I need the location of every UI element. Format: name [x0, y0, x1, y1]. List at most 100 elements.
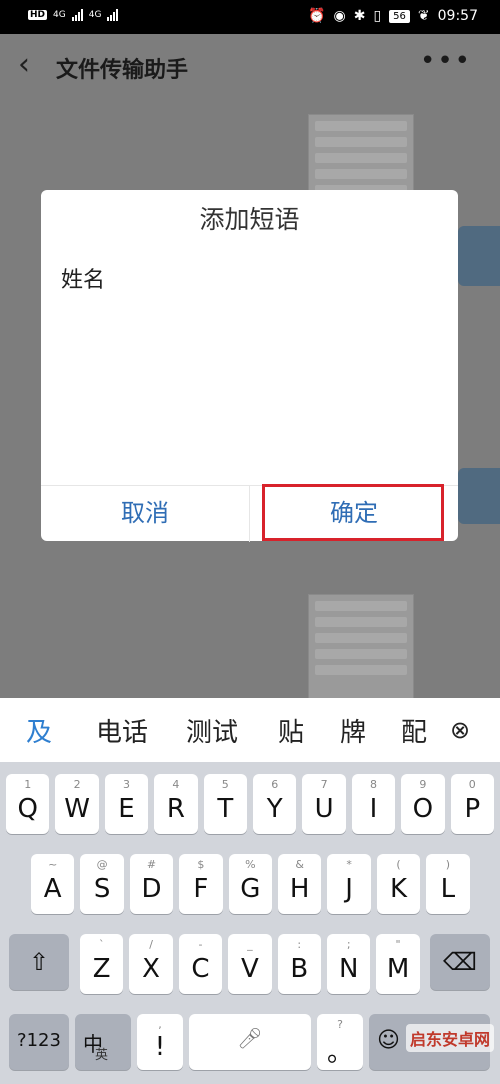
- key-label: S: [93, 874, 111, 904]
- keyboard: 1 Q 2 W 3 E 4 R 5 T 6 Y 7 U 8 I 9 O 0 P ~ A @ S # D $ F% G & H * J(K) L ` Z…: [0, 762, 500, 1084]
- key-c[interactable]: -C: [178, 934, 223, 994]
- close-candidates-icon[interactable]: ⊗: [450, 716, 470, 744]
- alarm-icon: ⏰: [308, 8, 326, 24]
- candidate-0[interactable]: 及: [26, 712, 52, 749]
- key-r[interactable]: 4R: [154, 774, 198, 834]
- eye-icon: ◉: [333, 8, 346, 24]
- shift-icon: ⇧: [28, 948, 50, 976]
- bluetooth-icon: ✱: [353, 8, 366, 24]
- image-thumbnail-2[interactable]: [308, 594, 414, 700]
- shift-key[interactable]: ⇧: [9, 934, 69, 990]
- key-w[interactable]: 2W: [55, 774, 99, 834]
- key-label: H: [289, 874, 310, 904]
- back-icon[interactable]: ‹: [18, 50, 30, 80]
- key-a[interactable]: ~ A: [31, 854, 75, 914]
- leaf-icon: ❦: [417, 8, 430, 24]
- key-sub-label: 0: [468, 778, 476, 791]
- key-j[interactable]: * J: [327, 854, 371, 914]
- signal-2-icon: [107, 9, 119, 21]
- chat-title: 文件传输助手: [56, 58, 189, 83]
- key-f[interactable]: $ F: [179, 854, 223, 914]
- key-label: O: [412, 794, 434, 824]
- key-label: E: [118, 794, 135, 824]
- vibrate-icon: ▯: [373, 8, 382, 24]
- key-label: V: [240, 954, 259, 984]
- space-key[interactable]: 🎤︎: [189, 1014, 311, 1070]
- key-label: Y: [266, 794, 283, 824]
- chat-bubble-2[interactable]: [458, 468, 500, 524]
- backspace-key[interactable]: ⌫: [430, 934, 490, 990]
- key-u[interactable]: 7U: [302, 774, 346, 834]
- key-g[interactable]: % G: [228, 854, 272, 914]
- key-sub-label: #: [146, 858, 157, 871]
- key-x[interactable]: / X: [129, 934, 173, 994]
- candidate-3[interactable]: 贴: [278, 712, 304, 749]
- chat-bubble-1[interactable]: [458, 226, 500, 286]
- key-m[interactable]: " M: [376, 934, 420, 994]
- phrase-input[interactable]: 姓名: [61, 262, 105, 294]
- key-b[interactable]: :B: [277, 934, 321, 994]
- key-label: Z: [92, 954, 111, 984]
- key-z[interactable]: ` Z: [80, 934, 124, 994]
- key-k[interactable]: (K: [376, 854, 421, 914]
- backspace-icon: ⌫: [443, 948, 477, 976]
- key-label: M: [386, 954, 410, 984]
- cancel-button[interactable]: 取消: [41, 486, 250, 542]
- title-bar: ‹ 文件传输助手 •••: [0, 34, 500, 100]
- key-v[interactable]: _ V: [228, 934, 272, 994]
- key-label: P: [464, 794, 481, 824]
- candidate-2[interactable]: 测试: [186, 712, 238, 749]
- key-sub-label: 3: [122, 778, 130, 791]
- key-label: X: [142, 954, 160, 984]
- battery-icon: 56: [389, 9, 410, 23]
- key-t[interactable]: 5T: [203, 774, 247, 834]
- key-y[interactable]: 6Y: [253, 774, 297, 834]
- key-sub-label: ": [395, 938, 401, 951]
- key-s[interactable]: @ S: [80, 854, 124, 914]
- key-o[interactable]: 9O: [401, 774, 445, 834]
- key-sub-label: (: [396, 858, 401, 871]
- key-label: U: [314, 794, 334, 824]
- hd-badge: HD: [28, 10, 48, 20]
- key-l[interactable]: ) L: [426, 854, 470, 914]
- key-d[interactable]: # D: [129, 854, 174, 914]
- key-sub-label: $: [197, 858, 205, 871]
- key-h[interactable]: & H: [278, 854, 322, 914]
- language-key-sub: 英: [95, 1048, 109, 1063]
- key-sub-label: 2: [73, 778, 81, 791]
- key-label: Q: [17, 794, 38, 824]
- key-label: B: [290, 954, 309, 984]
- mic-icon: 🎤︎: [237, 1026, 263, 1050]
- key-sub-label: 5: [221, 778, 229, 791]
- key-sub-label: &: [295, 858, 304, 871]
- key-label: G: [240, 874, 261, 904]
- key-n[interactable]: ; N: [327, 934, 371, 994]
- key-sub-label: %: [245, 858, 256, 871]
- key-q[interactable]: 1Q: [6, 774, 50, 834]
- key-label: N: [338, 954, 359, 984]
- key-sub-label: 8: [369, 778, 377, 791]
- dialog-title: 添加短语: [199, 205, 300, 234]
- punct-key[interactable]: , !: [137, 1014, 183, 1070]
- period-key[interactable]: ? 。: [317, 1014, 363, 1070]
- numeric-key[interactable]: ?123: [9, 1014, 69, 1070]
- period-key-sub: ?: [337, 1018, 343, 1031]
- candidate-1[interactable]: 电话: [96, 712, 148, 749]
- signal-1-icon: [71, 9, 83, 21]
- key-sub-label: 7: [320, 778, 328, 791]
- key-sub-label: *: [346, 858, 352, 871]
- key-label: C: [191, 954, 210, 984]
- candidate-5[interactable]: 配: [401, 712, 427, 749]
- key-label: W: [64, 794, 90, 824]
- clock-time: 09:57: [437, 8, 478, 24]
- key-e[interactable]: 3E: [104, 774, 149, 834]
- language-key[interactable]: 中 英: [75, 1014, 131, 1070]
- candidate-bar: 及 电话 测试 贴 牌 配 ⊗: [0, 698, 500, 762]
- more-icon[interactable]: •••: [420, 46, 472, 76]
- candidate-4[interactable]: 牌: [340, 712, 366, 749]
- key-i[interactable]: 8I: [351, 774, 396, 834]
- key-p[interactable]: 0P: [450, 774, 494, 834]
- key-sub-label: :: [297, 938, 302, 951]
- key-label: I: [369, 794, 378, 824]
- key-sub-label: /: [149, 938, 153, 951]
